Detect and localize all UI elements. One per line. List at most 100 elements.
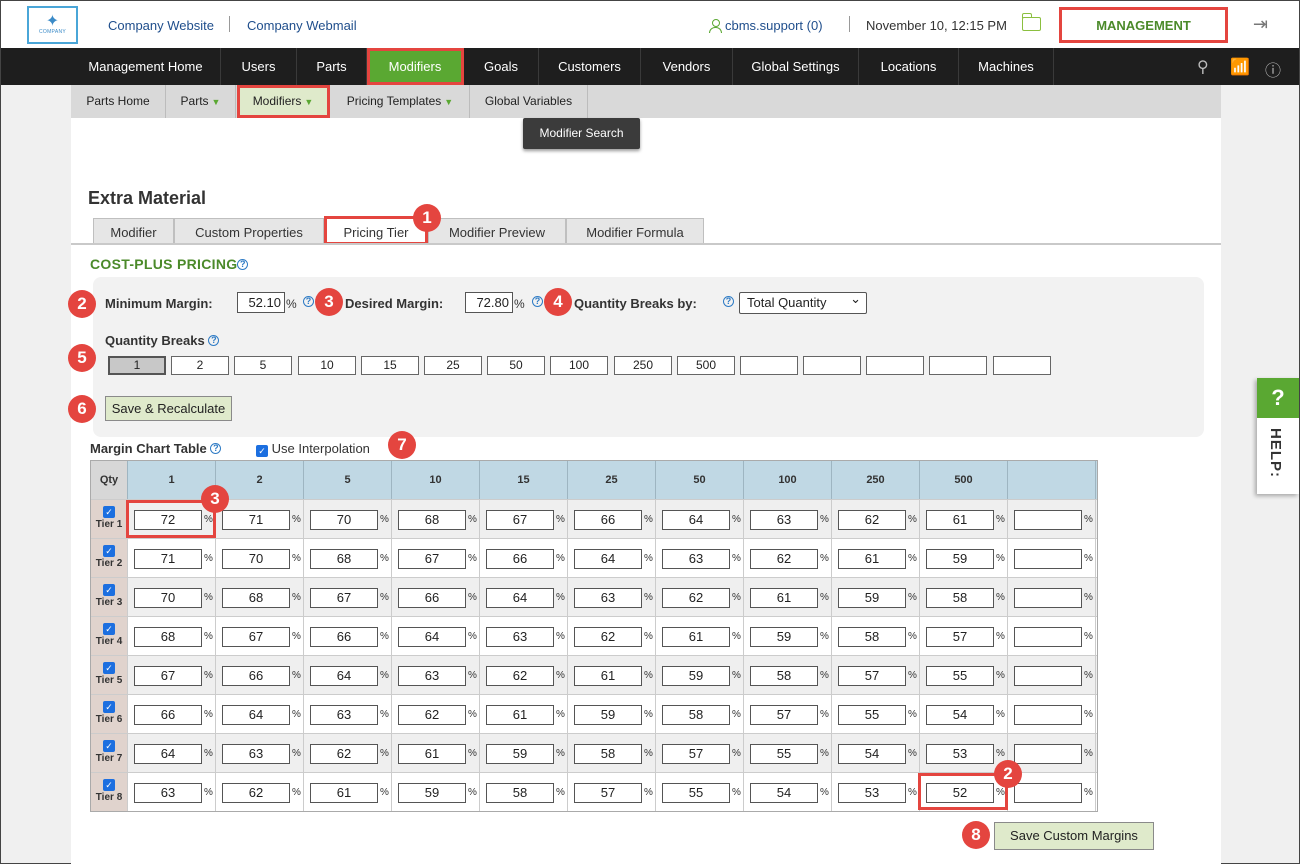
margin-value-input[interactable]: 59 (486, 744, 554, 764)
help-side-tab[interactable]: ? HELP: (1257, 378, 1299, 494)
tier-checkbox[interactable]: ✓ (103, 623, 115, 635)
margin-value-input[interactable]: 71 (222, 510, 290, 530)
margin-value-input[interactable]: 63 (134, 783, 202, 803)
margin-value-input[interactable]: 62 (398, 705, 466, 725)
user-account-link[interactable]: cbms.support (0) (709, 18, 823, 33)
margin-value-input[interactable]: 67 (398, 549, 466, 569)
margin-value-input[interactable]: 59 (838, 588, 906, 608)
margin-value-input[interactable]: 61 (750, 588, 818, 608)
margin-value-input[interactable]: 62 (486, 666, 554, 686)
help-question-icon[interactable]: ? (303, 296, 314, 307)
margin-value-input[interactable] (1014, 510, 1082, 530)
margin-value-input[interactable]: 66 (486, 549, 554, 569)
quantity-break-input[interactable] (993, 356, 1051, 375)
quantity-break-input[interactable] (803, 356, 861, 375)
subnav-pricing-templates[interactable]: Pricing Templates ▼ (331, 85, 470, 118)
tab-modifier-formula[interactable]: Modifier Formula (566, 218, 704, 243)
margin-value-input[interactable]: 62 (662, 588, 730, 608)
margin-value-input[interactable] (1014, 627, 1082, 647)
company-logo[interactable]: ✦ COMPANY (27, 6, 78, 44)
quantity-break-input[interactable]: 5 (234, 356, 292, 375)
subnav-global-variables[interactable]: Global Variables (470, 85, 588, 118)
margin-value-input[interactable]: 62 (838, 510, 906, 530)
margin-value-input[interactable]: 55 (926, 666, 994, 686)
margin-value-input[interactable]: 57 (926, 627, 994, 647)
margin-value-input[interactable]: 67 (134, 666, 202, 686)
margin-value-input[interactable]: 64 (662, 510, 730, 530)
tier-checkbox[interactable]: ✓ (103, 584, 115, 596)
tier-checkbox[interactable]: ✓ (103, 545, 115, 557)
margin-value-input[interactable]: 61 (310, 783, 378, 803)
help-circle-icon[interactable]: ⓘ (1265, 57, 1281, 81)
margin-value-input[interactable]: 63 (574, 588, 642, 608)
margin-value-input[interactable]: 59 (662, 666, 730, 686)
checkbox-checked-icon[interactable]: ✓ (256, 445, 268, 457)
margin-value-input[interactable]: 66 (134, 705, 202, 725)
use-interpolation-toggle[interactable]: ✓ Use Interpolation (256, 441, 370, 457)
tier-checkbox[interactable]: ✓ (103, 779, 115, 791)
margin-value-input[interactable]: 61 (574, 666, 642, 686)
margin-value-input[interactable]: 58 (486, 783, 554, 803)
margin-value-input[interactable]: 68 (222, 588, 290, 608)
margin-value-input[interactable] (1014, 588, 1082, 608)
save-recalculate-button[interactable]: Save & Recalculate (105, 396, 232, 421)
margin-value-input[interactable]: 63 (750, 510, 818, 530)
tier-checkbox[interactable]: ✓ (103, 506, 115, 518)
quantity-break-input[interactable] (740, 356, 798, 375)
margin-value-input[interactable]: 62 (310, 744, 378, 764)
margin-value-input[interactable]: 57 (838, 666, 906, 686)
margin-value-input[interactable]: 58 (574, 744, 642, 764)
search-icon[interactable]: ⚲ (1197, 57, 1209, 77)
margin-value-input[interactable]: 59 (750, 627, 818, 647)
margin-value-input[interactable]: 67 (486, 510, 554, 530)
nav-customers[interactable]: Customers (539, 48, 641, 85)
quantity-break-input[interactable]: 500 (677, 356, 735, 375)
margin-value-input[interactable]: 61 (486, 705, 554, 725)
margin-value-input[interactable]: 57 (662, 744, 730, 764)
margin-value-input[interactable]: 67 (222, 627, 290, 647)
margin-value-input[interactable]: 68 (134, 627, 202, 647)
quantity-break-input[interactable]: 250 (614, 356, 672, 375)
margin-value-input[interactable]: 66 (222, 666, 290, 686)
quantity-break-input[interactable] (929, 356, 987, 375)
company-website-link[interactable]: Company Website (108, 18, 214, 33)
margin-value-input[interactable]: 55 (838, 705, 906, 725)
help-question-icon[interactable]: ? (237, 259, 249, 270)
margin-value-input[interactable]: 58 (662, 705, 730, 725)
quantity-break-input[interactable]: 25 (424, 356, 482, 375)
subnav-parts-home[interactable]: Parts Home (71, 85, 166, 118)
margin-value-input[interactable]: 62 (222, 783, 290, 803)
margin-value-input[interactable]: 64 (222, 705, 290, 725)
tab-custom-properties[interactable]: Custom Properties (174, 218, 324, 243)
tab-modifier-preview[interactable]: Modifier Preview (428, 218, 566, 243)
margin-value-input[interactable]: 68 (310, 549, 378, 569)
tier-checkbox[interactable]: ✓ (103, 701, 115, 713)
tab-modifier[interactable]: Modifier (93, 218, 174, 243)
margin-value-input[interactable]: 63 (310, 705, 378, 725)
margin-value-input[interactable]: 58 (838, 627, 906, 647)
margin-value-input[interactable]: 67 (310, 588, 378, 608)
nav-machines[interactable]: Machines (959, 48, 1054, 85)
margin-value-input[interactable]: 62 (750, 549, 818, 569)
margin-value-input[interactable] (1014, 549, 1082, 569)
margin-value-input[interactable]: 66 (574, 510, 642, 530)
margin-value-input[interactable]: 61 (926, 510, 994, 530)
nav-goals[interactable]: Goals (464, 48, 539, 85)
margin-value-input[interactable] (1014, 744, 1082, 764)
tier-checkbox[interactable]: ✓ (103, 662, 115, 674)
margin-value-input[interactable]: 66 (398, 588, 466, 608)
margin-value-input[interactable] (1014, 666, 1082, 686)
quantity-break-input[interactable]: 1 (108, 356, 166, 375)
margin-value-input[interactable]: 62 (574, 627, 642, 647)
margin-value-input[interactable]: 64 (574, 549, 642, 569)
margin-value-input[interactable]: 57 (574, 783, 642, 803)
margin-value-input[interactable]: 54 (926, 705, 994, 725)
margin-value-input[interactable]: 63 (222, 744, 290, 764)
margin-value-input[interactable]: 59 (398, 783, 466, 803)
margin-value-input[interactable]: 71 (134, 549, 202, 569)
subnav-parts[interactable]: Parts ▼ (166, 85, 236, 118)
company-webmail-link[interactable]: Company Webmail (247, 18, 357, 33)
margin-value-input[interactable]: 54 (750, 783, 818, 803)
margin-value-input[interactable]: 59 (574, 705, 642, 725)
minimum-margin-input[interactable]: 52.10 (237, 292, 285, 313)
